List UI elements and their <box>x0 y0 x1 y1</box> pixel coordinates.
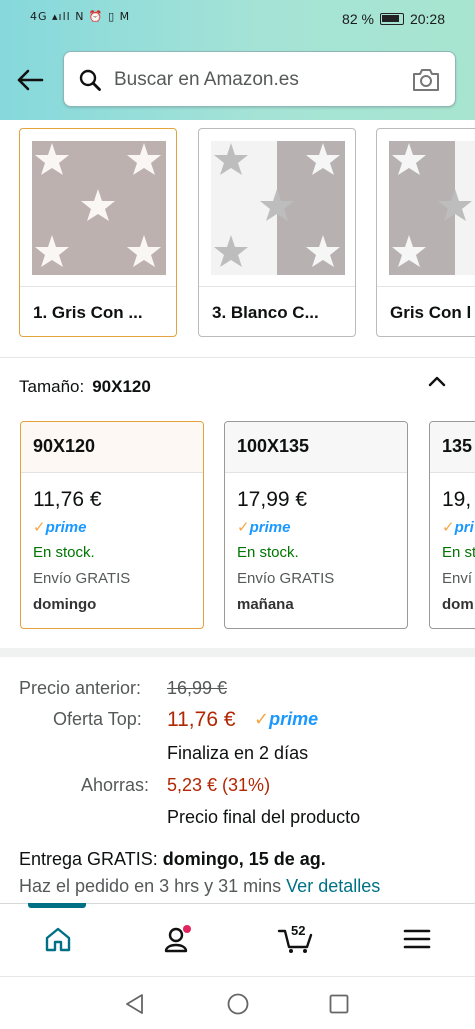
arrow-left-icon <box>17 69 44 91</box>
prime-badge: ✓prime <box>254 709 319 729</box>
order-within-line: Haz el pedido en 3 hrs y 31 mins Ver det… <box>19 876 380 897</box>
delivery-line: Entrega GRATIS: domingo, 15 de ag. <box>19 849 326 870</box>
prime-check-icon: ✓ <box>442 519 455 536</box>
stock-status: En stock. <box>237 544 299 561</box>
nav-menu[interactable] <box>397 919 437 959</box>
prime-check-icon: ✓ <box>237 519 250 536</box>
offer-label: Oferta Top: <box>53 709 142 729</box>
prime-badge: ✓prime <box>237 519 291 536</box>
order-within: Haz el pedido en 3 hrs y 31 mins <box>19 876 282 896</box>
stock-status: En stock. <box>33 544 95 561</box>
shipping-text: Envío GRATIS <box>33 570 131 587</box>
search-bar[interactable] <box>63 51 456 107</box>
variant-label: 1. Gris Con ... <box>33 303 143 322</box>
size-card-90x120[interactable]: 90X120 11,76 € ✓prime En stock. Envío GR… <box>20 421 204 629</box>
shipping-text: Enví <box>442 570 473 587</box>
search-input[interactable] <box>114 66 394 94</box>
savings-value: 5,23 € (31%) <box>167 775 271 795</box>
delivery-day: dom <box>442 596 474 613</box>
hamburger-menu-icon <box>403 929 431 949</box>
system-home-icon[interactable] <box>226 992 250 1016</box>
battery-icon <box>379 13 404 25</box>
size-card-100x135[interactable]: 100X135 17,99 € ✓prime En stock. Envío G… <box>224 421 408 629</box>
chevron-up-icon[interactable] <box>427 374 447 388</box>
savings-label: Ahorras: <box>81 775 150 795</box>
variant-label: 3. Blanco C... <box>212 303 319 322</box>
size-name: 100X135 <box>225 422 407 473</box>
shipping-text: Envío GRATIS <box>237 570 335 587</box>
prime-check-icon: ✓ <box>254 709 270 729</box>
user-icon <box>164 925 191 953</box>
system-recents-icon[interactable] <box>328 993 350 1015</box>
variant-swatch-gray-white-stars <box>389 141 475 275</box>
offer-price: 11,76 € <box>167 708 236 731</box>
delivery-label: Entrega GRATIS: <box>19 849 158 869</box>
size-name: 90X120 <box>21 422 203 473</box>
camera-icon[interactable] <box>411 67 441 93</box>
section-divider <box>0 648 475 657</box>
final-price-note: Precio final del producto <box>167 807 361 827</box>
size-label: Tamaño: <box>19 377 85 396</box>
variant-card-gris-2[interactable]: Gris Con l <box>376 128 475 337</box>
deal-ends-text: Finaliza en 2 días <box>167 743 309 763</box>
details-link[interactable]: Ver detalles <box>286 876 380 896</box>
variant-swatch-white-stars <box>211 141 345 275</box>
divider <box>0 357 475 358</box>
nav-home[interactable] <box>38 919 78 959</box>
nav-account[interactable] <box>157 919 197 959</box>
variant-swatch-gray-stars <box>32 141 166 275</box>
size-selected: 90X120 <box>92 377 151 396</box>
size-price: 11,76 € <box>33 488 102 511</box>
variant-label: Gris Con l <box>390 303 472 322</box>
system-navigation-bar <box>0 976 475 1029</box>
status-icons: 4G ▴ıll N ⏰ ▯ M <box>30 10 131 23</box>
status-bar: 4G ▴ıll N ⏰ ▯ M 82 % 20:28 <box>0 0 475 40</box>
size-price: 19, <box>442 488 472 511</box>
variant-card-gris[interactable]: 1. Gris Con ... <box>19 128 177 337</box>
stock-status: En st <box>442 544 475 561</box>
delivery-day: mañana <box>237 596 294 613</box>
delivery-date: domingo, 15 de ag. <box>162 849 326 869</box>
size-price: 17,99 € <box>237 488 308 511</box>
clock: 20:28 <box>409 11 445 27</box>
system-back-icon[interactable] <box>124 993 146 1015</box>
home-icon <box>45 927 71 952</box>
search-icon <box>79 69 101 91</box>
size-name: 135 <box>430 422 475 473</box>
delivery-day: domingo <box>33 596 97 613</box>
size-card-135[interactable]: 135 19, ✓pri En st Enví dom <box>429 421 475 629</box>
prime-badge: ✓pri <box>442 519 474 536</box>
previous-price: 16,99 € <box>167 678 228 698</box>
prime-badge: ✓prime <box>33 519 87 536</box>
variant-card-blanco[interactable]: 3. Blanco C... <box>198 128 356 337</box>
back-button[interactable] <box>14 66 46 94</box>
previous-price-label: Precio anterior: <box>19 678 142 698</box>
prime-check-icon: ✓ <box>33 519 46 536</box>
size-heading: Tamaño: 90X120 <box>19 377 151 397</box>
cart-count-badge: 52 <box>291 923 306 938</box>
battery-percent: 82 % <box>342 11 374 27</box>
color-variants: 1. Gris Con ... 3. Blanco C... Gris Con … <box>0 120 475 356</box>
active-tab-indicator <box>28 903 86 908</box>
